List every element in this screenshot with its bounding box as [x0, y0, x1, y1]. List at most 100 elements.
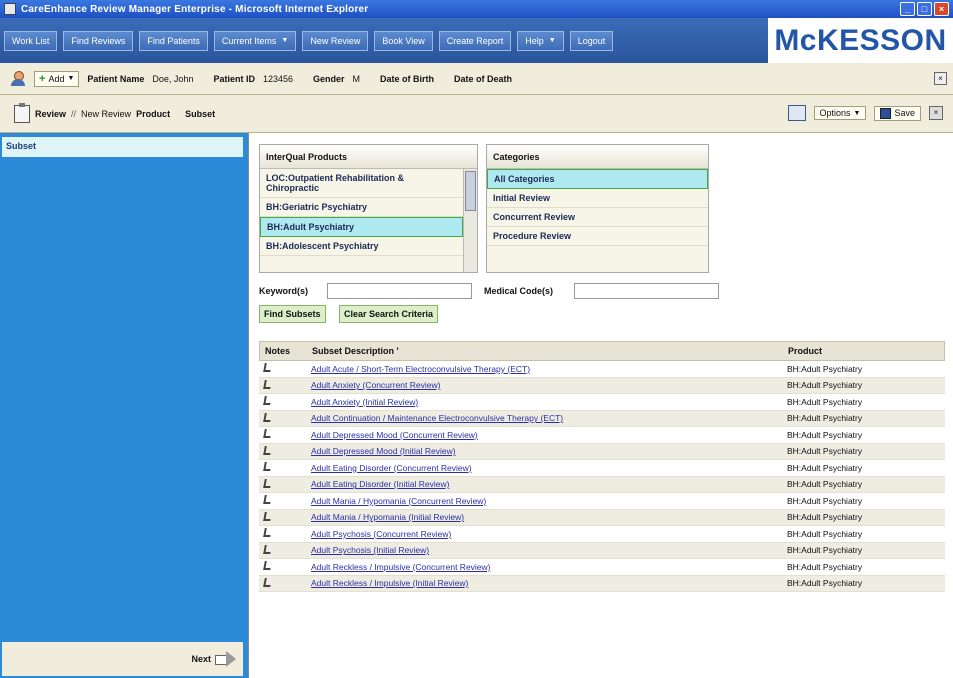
clear-search-button[interactable]: Clear Search Criteria	[339, 305, 439, 323]
subset-description-link[interactable]: Adult Reckless / Impulsive (Initial Revi…	[305, 578, 783, 588]
subset-description-link[interactable]: Adult Anxiety (Initial Review)	[305, 397, 783, 407]
category-item[interactable]: Procedure Review	[487, 227, 708, 246]
product-cell: BH:Adult Psychiatry	[787, 495, 863, 506]
notes-icon[interactable]	[263, 495, 272, 505]
subset-description-link[interactable]: Adult Depressed Mood (Concurrent Review)	[305, 430, 783, 440]
notes-icon[interactable]	[263, 396, 272, 406]
notes-cell[interactable]	[259, 396, 305, 407]
notes-cell[interactable]	[259, 379, 305, 391]
subset-description-link[interactable]: Adult Depressed Mood (Initial Review)	[305, 446, 783, 456]
nav-label: Find Patients	[147, 35, 200, 46]
subset-description-link[interactable]: Adult Psychosis (Initial Review)	[305, 545, 783, 555]
maximize-button[interactable]: □	[917, 2, 932, 16]
category-item[interactable]: Concurrent Review	[487, 208, 708, 227]
save-label: Save	[894, 108, 915, 118]
notes-icon[interactable]	[263, 511, 272, 521]
category-item[interactable]: All Categories	[487, 169, 708, 189]
chevron-down-icon: ▼	[281, 36, 289, 44]
nav-current-items[interactable]: Current Items ▼	[213, 30, 297, 51]
notes-icon[interactable]	[263, 363, 272, 373]
gender-value: M	[352, 73, 361, 84]
sidebar-item-subset[interactable]: Subset	[2, 137, 243, 157]
patient-id-value: 123456	[262, 73, 294, 84]
nav-new-review[interactable]: New Review	[302, 30, 369, 51]
next-arrow-icon[interactable]	[215, 651, 237, 667]
nav-logout[interactable]: Logout	[569, 30, 614, 51]
col-description[interactable]: Subset Description '	[306, 346, 784, 356]
next-label[interactable]: Next	[191, 654, 211, 664]
col-product[interactable]: Product	[784, 346, 944, 356]
options-button[interactable]: Options ▼	[813, 106, 867, 120]
nav-label: Book View	[382, 35, 425, 46]
product-item[interactable]: BH:Geriatric Psychiatry	[260, 198, 463, 217]
nav-label: Help	[525, 35, 544, 46]
notes-cell[interactable]	[259, 528, 305, 539]
breadcrumb-new-review[interactable]: New Review	[81, 109, 131, 119]
notes-cell[interactable]	[259, 412, 305, 424]
subset-description-link[interactable]: Adult Reckless / Impulsive (Concurrent R…	[305, 562, 783, 572]
notes-icon[interactable]	[263, 577, 272, 587]
nav-find-patients[interactable]: Find Patients	[139, 30, 208, 51]
notes-icon[interactable]	[263, 429, 272, 439]
add-button[interactable]: + Add ▼	[34, 70, 80, 87]
category-item[interactable]: Initial Review	[487, 189, 708, 208]
notes-icon[interactable]	[263, 412, 272, 422]
breadcrumb-product[interactable]: Product	[136, 109, 170, 119]
notes-icon[interactable]	[263, 528, 272, 538]
notes-cell[interactable]	[259, 511, 305, 523]
nav-create-report[interactable]: Create Report	[438, 30, 512, 51]
notes-cell[interactable]	[259, 561, 305, 572]
product-cell: BH:Adult Psychiatry	[787, 479, 863, 490]
notes-icon[interactable]	[263, 379, 272, 389]
product-cell: BH:Adult Psychiatry	[787, 561, 863, 572]
subset-description-link[interactable]: Adult Mania / Hypomania (Concurrent Revi…	[305, 496, 783, 506]
subset-description-link[interactable]: Adult Mania / Hypomania (Initial Review)	[305, 512, 783, 522]
table-row: Adult Psychosis (Concurrent Review) BH:Ad…	[259, 526, 945, 543]
notes-cell[interactable]	[259, 462, 305, 473]
minimize-button[interactable]: _	[900, 2, 915, 16]
nav-find-reviews[interactable]: Find Reviews	[63, 30, 134, 51]
nav-book-view[interactable]: Book View	[374, 30, 433, 51]
notes-icon[interactable]	[263, 544, 272, 554]
table-row: Adult Anxiety (Initial Review) BH:Adult P…	[259, 394, 945, 411]
subset-description-link[interactable]: Adult Eating Disorder (Initial Review)	[305, 479, 783, 489]
products-header: InterQual Products	[260, 145, 477, 169]
close-button[interactable]: ×	[934, 2, 949, 16]
nav-work-list[interactable]: Work List	[4, 30, 58, 51]
notes-icon[interactable]	[263, 445, 272, 455]
breadcrumb-subset: Subset	[185, 108, 216, 119]
breadcrumb-review[interactable]: Review	[35, 109, 66, 119]
product-item[interactable]: BH:Adolescent Psychiatry	[260, 237, 463, 256]
notes-icon[interactable]	[263, 561, 272, 571]
find-subsets-button[interactable]: Find Subsets	[259, 305, 326, 323]
products-scrollbar[interactable]	[463, 169, 477, 272]
notes-icon[interactable]	[263, 462, 272, 472]
results-body: Adult Acute / Short-Term Electroconvulsi…	[259, 361, 945, 592]
close-patient-icon[interactable]: ×	[934, 72, 947, 85]
notes-cell[interactable]	[259, 577, 305, 589]
results-header: Notes Subset Description ' Product	[259, 341, 945, 361]
notes-cell[interactable]	[259, 363, 305, 374]
product-item[interactable]: LOC:Outpatient Rehabilitation & Chiropra…	[260, 169, 463, 198]
notes-cell[interactable]	[259, 495, 305, 506]
subset-description-link[interactable]: Adult Psychosis (Concurrent Review)	[305, 529, 783, 539]
scroll-thumb[interactable]	[465, 171, 476, 211]
notes-cell[interactable]	[259, 478, 305, 490]
main-nav: Work List Find Reviews Find Patients Cur…	[0, 18, 953, 63]
medical-codes-input[interactable]	[574, 283, 719, 299]
subset-description-link[interactable]: Adult Anxiety (Concurrent Review)	[305, 380, 783, 390]
subset-description-link[interactable]: Adult Acute / Short-Term Electroconvulsi…	[305, 364, 783, 374]
close-panel-icon[interactable]: ×	[929, 106, 943, 120]
options-icon	[787, 105, 806, 121]
subset-description-link[interactable]: Adult Continuation / Maintenance Electro…	[305, 413, 783, 423]
subset-description-link[interactable]: Adult Eating Disorder (Concurrent Review…	[305, 463, 783, 473]
save-button[interactable]: Save	[874, 105, 921, 121]
notes-cell[interactable]	[259, 429, 305, 440]
notes-cell[interactable]	[259, 445, 305, 457]
col-notes[interactable]: Notes	[260, 346, 306, 356]
product-item[interactable]: BH:Adult Psychiatry	[260, 217, 463, 237]
notes-cell[interactable]	[259, 544, 305, 556]
nav-help[interactable]: Help ▼	[517, 30, 564, 51]
notes-icon[interactable]	[263, 478, 272, 488]
keywords-input[interactable]	[327, 283, 472, 299]
